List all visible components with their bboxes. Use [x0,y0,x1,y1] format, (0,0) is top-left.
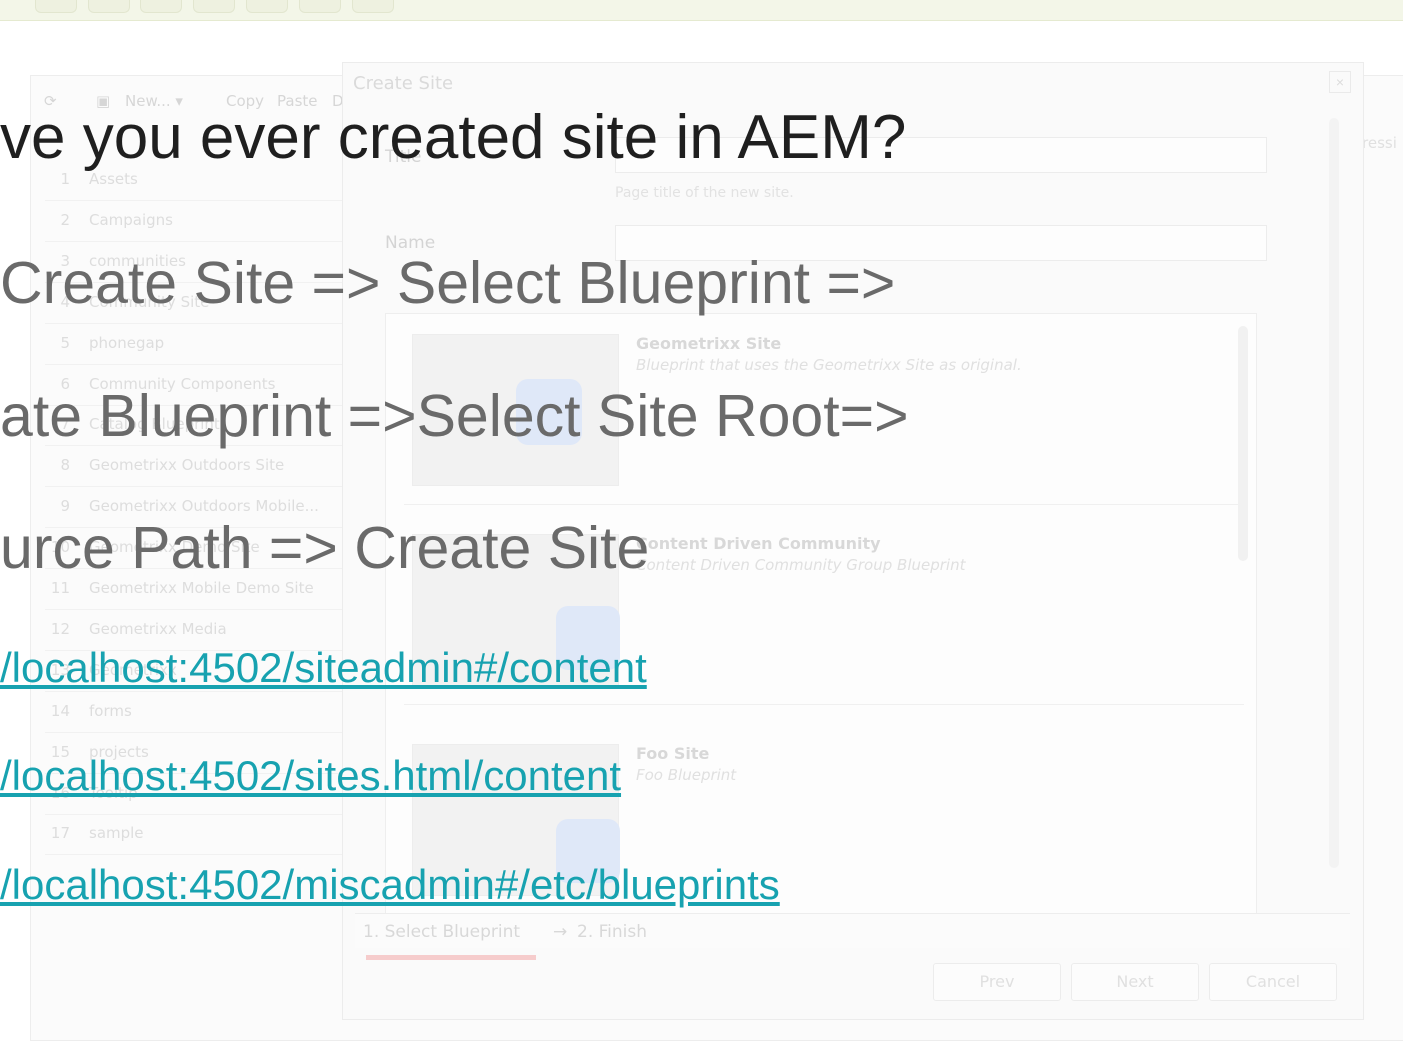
link-sites[interactable]: /localhost:4502/sites.html/content [0,755,621,797]
slide-title: ve you ever created site in AEM? [0,103,907,172]
slide-step-3: urce Path => Create Site [0,515,650,581]
slide-overlay: ve you ever created site in AEM? Create … [0,0,1403,1039]
link-blueprints[interactable]: /localhost:4502/miscadmin#/etc/blueprint… [0,864,780,906]
slide-step-1: Create Site => Select Blueprint => [0,250,896,316]
slide-step-2: ate Blueprint =>Select Site Root=> [0,383,909,449]
link-siteadmin[interactable]: /localhost:4502/siteadmin#/content [0,647,647,689]
